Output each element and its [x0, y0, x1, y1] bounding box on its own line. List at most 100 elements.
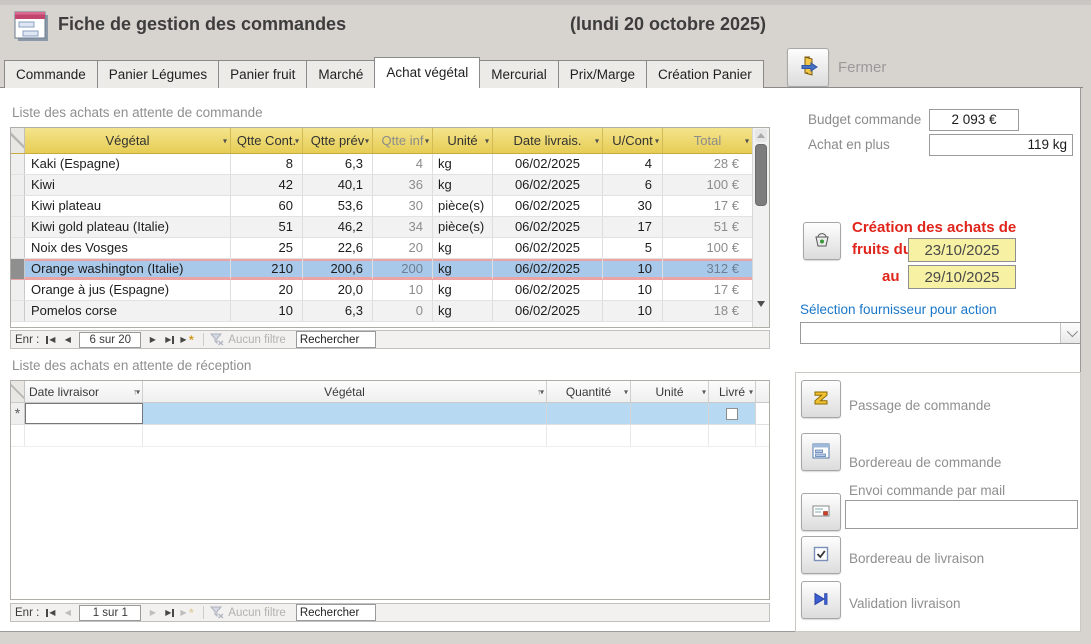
cell[interactable]: 06/02/2025 [493, 280, 603, 300]
cell[interactable]: pièce(s) [433, 196, 493, 216]
column-dropdown-icon[interactable]: ▾ [702, 387, 705, 396]
column-header[interactable]: Qtte prév▾ [303, 128, 373, 153]
column-header[interactable]: Qtte inf▾ [373, 128, 433, 153]
cell[interactable]: 34 [373, 217, 433, 237]
column-dropdown-icon[interactable]: ▾ [425, 136, 429, 145]
column-header[interactable]: Unité▾ [433, 128, 493, 153]
row-selector[interactable] [11, 217, 25, 237]
new-record-button[interactable]: ▶* [178, 605, 195, 620]
cell[interactable]: Orange à jus (Espagne) [25, 280, 231, 300]
cell[interactable]: 42 [231, 175, 303, 195]
unite-cell[interactable] [631, 403, 709, 424]
envoi-mail-button[interactable] [801, 493, 841, 531]
cell[interactable]: 51 [231, 217, 303, 237]
column-dropdown-icon[interactable]: ▾ [295, 136, 299, 145]
close-form-button[interactable] [787, 48, 829, 87]
cell[interactable]: Pomelos corse [25, 301, 231, 321]
scroll-down-button[interactable] [757, 307, 765, 325]
cell[interactable]: 10 [373, 280, 433, 300]
cell[interactable]: kg [433, 280, 493, 300]
cell[interactable]: kg [433, 238, 493, 258]
tab-panier-l-gumes[interactable]: Panier Légumes [97, 60, 219, 88]
last-record-button[interactable]: ▶ [161, 332, 178, 347]
column-header[interactable]: Total▾ [663, 128, 753, 153]
cell[interactable]: 10 [231, 301, 303, 321]
column-dropdown-icon[interactable]: ↑▾ [133, 387, 139, 396]
new-record-button[interactable]: ▶* [178, 332, 195, 347]
search-input[interactable] [296, 604, 376, 621]
cell[interactable]: kg [433, 175, 493, 195]
cell[interactable]: 46,2 [303, 217, 373, 237]
cell[interactable]: Kaki (Espagne) [25, 154, 231, 174]
last-record-button[interactable]: ▶ [161, 605, 178, 620]
datasheet-corner-cell[interactable] [11, 381, 25, 402]
row-selector[interactable] [11, 196, 25, 216]
cell[interactable]: 28 € [663, 154, 753, 174]
scrollbar-thumb[interactable] [755, 144, 767, 206]
row-selector[interactable] [11, 175, 25, 195]
row-selector[interactable] [11, 280, 25, 300]
row-selector[interactable] [11, 154, 25, 174]
cell[interactable]: 10 [603, 259, 663, 279]
column-dropdown-icon[interactable]: ▾ [749, 387, 752, 396]
column-header[interactable]: Végétal↑▾ [143, 381, 547, 402]
column-dropdown-icon[interactable]: ▾ [223, 136, 227, 145]
cell[interactable]: 18 € [663, 301, 753, 321]
tab-achat-v-g-tal[interactable]: Achat végétal [374, 57, 480, 88]
cell[interactable]: Kiwi plateau [25, 196, 231, 216]
cell[interactable]: 10 [603, 301, 663, 321]
create-purchases-button[interactable] [803, 222, 841, 260]
tab-mercurial[interactable]: Mercurial [479, 60, 559, 88]
cell[interactable]: kg [433, 154, 493, 174]
cell[interactable]: 200,6 [303, 259, 373, 279]
cell[interactable]: 100 € [663, 175, 753, 195]
next-record-button[interactable]: ▶ [144, 605, 161, 620]
cell[interactable]: 6,3 [303, 154, 373, 174]
cell[interactable]: Noix des Vosges [25, 238, 231, 258]
cell[interactable]: 51 € [663, 217, 753, 237]
column-header[interactable]: Date livrais.▾ [493, 128, 603, 153]
cell[interactable]: 53,6 [303, 196, 373, 216]
cell[interactable]: 06/02/2025 [493, 301, 603, 321]
tab-cr-ation-panier[interactable]: Création Panier [646, 60, 764, 88]
orders-vertical-scrollbar[interactable] [752, 128, 769, 327]
cell[interactable]: Orange washington (Italie) [25, 259, 231, 279]
search-input[interactable] [296, 331, 376, 348]
date-livraison-cell[interactable] [25, 403, 143, 424]
cell[interactable]: 17 [603, 217, 663, 237]
cell[interactable]: 40,1 [303, 175, 373, 195]
cell[interactable]: 06/02/2025 [493, 238, 603, 258]
table-row[interactable]: Kaki (Espagne)86,34kg06/02/2025428 € [11, 154, 769, 175]
next-record-button[interactable]: ▶ [144, 332, 161, 347]
column-dropdown-icon[interactable]: ▾ [485, 136, 489, 145]
record-position[interactable]: 1 sur 1 [79, 605, 141, 621]
cell[interactable]: Kiwi [25, 175, 231, 195]
cell[interactable]: 60 [231, 196, 303, 216]
bordereau-livraison-button[interactable] [801, 536, 841, 574]
vegetal-cell[interactable] [143, 403, 547, 424]
new-row-selector[interactable]: * [11, 403, 25, 424]
tab-march-[interactable]: Marché [306, 60, 375, 88]
column-dropdown-icon[interactable]: ▾ [365, 136, 369, 145]
cell[interactable]: 5 [603, 238, 663, 258]
cell[interactable]: 25 [231, 238, 303, 258]
livre-cell[interactable] [709, 403, 756, 424]
table-row[interactable]: Orange washington (Italie)210200,6200kg0… [11, 259, 769, 280]
datasheet-corner-cell[interactable] [11, 128, 25, 153]
filter-status[interactable]: Aucun filtre [210, 606, 286, 619]
cell[interactable]: 20,0 [303, 280, 373, 300]
cell[interactable]: 30 [603, 196, 663, 216]
mail-address-input[interactable] [845, 500, 1078, 529]
column-dropdown-icon[interactable]: ▾ [655, 136, 659, 145]
filter-status[interactable]: Aucun filtre [210, 333, 286, 346]
cell[interactable]: 30 [373, 196, 433, 216]
cell[interactable]: 4 [373, 154, 433, 174]
column-header[interactable]: Date livraisor↑▾ [25, 381, 143, 402]
record-position[interactable]: 6 sur 20 [79, 332, 141, 348]
cell[interactable]: 20 [231, 280, 303, 300]
cell[interactable]: kg [433, 259, 493, 279]
cell[interactable]: 06/02/2025 [493, 154, 603, 174]
cell[interactable]: 4 [603, 154, 663, 174]
table-row[interactable]: Noix des Vosges2522,620kg06/02/20255100 … [11, 238, 769, 259]
cell[interactable]: 210 [231, 259, 303, 279]
